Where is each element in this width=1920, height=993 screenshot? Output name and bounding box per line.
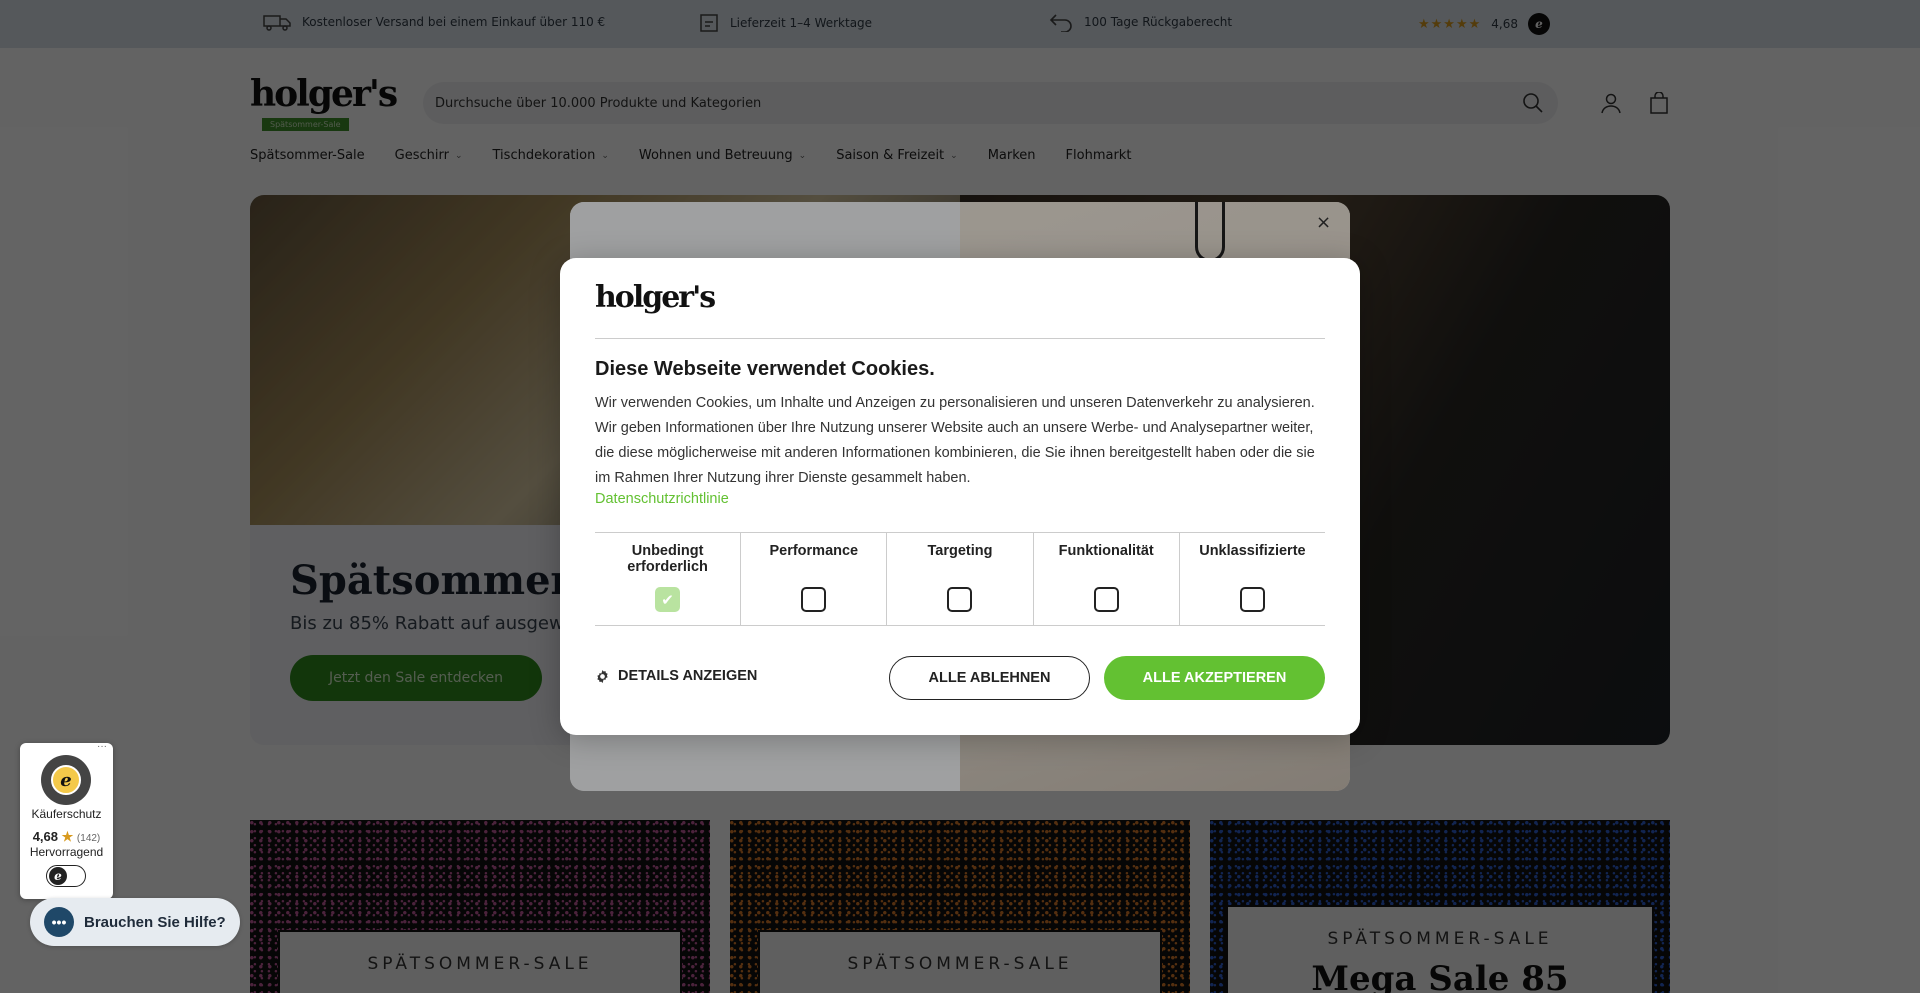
show-details-button[interactable]: DETAILS ANZEIGEN [595,668,757,684]
buyer-protection-label: Käuferschutz [31,807,102,821]
privacy-policy-link[interactable]: Datenschutzrichtlinie [595,491,729,507]
category-label: Performance [769,543,859,559]
cookie-consent-dialog: holger's Diese Webseite verwendet Cookie… [560,258,1360,735]
rating-verdict: Hervorragend [29,845,104,859]
category-label: Targeting [927,543,993,559]
unclassified-checkbox[interactable] [1239,587,1265,612]
accept-all-button[interactable]: ALLE AKZEPTIEREN [1104,656,1325,700]
category-performance: Performance [741,533,888,625]
category-targeting: Targeting [887,533,1034,625]
performance-checkbox[interactable] [801,587,827,612]
category-unclassified: Unklassifizierte [1180,533,1325,625]
divider [595,338,1325,339]
functionality-checkbox[interactable] [1093,587,1119,612]
category-label: Unbedingt erforderlich [627,543,708,575]
trusted-rating: 4,68 ★ (142) [20,829,113,845]
cookie-categories: Unbedingt erforderlich ✔ Performance Tar… [595,532,1325,626]
trusted-shops-toggle-icon: e [46,865,86,887]
trusted-shops-seal-icon: e [41,755,91,805]
cookie-logo: holger's [595,280,716,315]
chat-icon: ••• [44,907,74,937]
necessary-checkbox: ✔ [655,587,680,612]
cookie-description: Wir verwenden Cookies, um Inhalte und An… [595,395,1315,486]
category-label: Funktionalität [1058,543,1154,559]
review-count: (142) [76,833,101,844]
category-necessary: Unbedingt erforderlich ✔ [595,533,742,625]
trusted-shops-widget[interactable]: ··· e Käuferschutz 4,68 ★ (142) Hervorra… [20,741,113,899]
category-label: Unklassifizierte [1199,543,1306,559]
help-chat-button[interactable]: ••• Brauchen Sie Hilfe? [30,898,240,946]
details-label: DETAILS ANZEIGEN [618,668,758,684]
category-functionality: Funktionalität [1034,533,1180,625]
cookie-title: Diese Webseite verwendet Cookies. [595,358,935,380]
more-options-icon[interactable]: ··· [97,741,107,752]
help-label: Brauchen Sie Hilfe? [84,913,226,931]
decline-all-button[interactable]: ALLE ABLEHNEN [889,656,1090,700]
star-icon: ★ [61,829,74,844]
rating-value: 4,68 [32,829,59,844]
targeting-checkbox[interactable] [947,587,973,612]
gear-icon [595,669,610,684]
